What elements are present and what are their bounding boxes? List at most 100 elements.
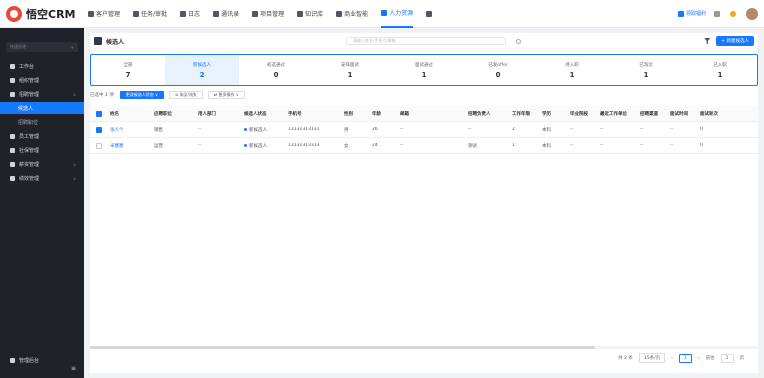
page-header: 候选人 请输入姓名/手机号/邮箱 + 新建候选人 — [90, 33, 758, 49]
nav-item-apps[interactable] — [426, 0, 434, 28]
status-dot-icon — [244, 143, 247, 147]
stat-interview[interactable]: 安排面试 1 — [313, 55, 387, 85]
stat-offer[interactable]: 已发offer 0 — [461, 55, 535, 85]
table-header: 姓名 应聘职位 用人部门 候选人状态 手机号 性别 年龄 邮箱 招聘负责人 工作… — [90, 106, 758, 122]
scrollbar-thumb[interactable] — [90, 346, 595, 349]
candidate-icon — [94, 37, 102, 45]
quick-create[interactable]: 快速创建 + — [6, 42, 78, 52]
status-cell: 新候选人 — [244, 127, 288, 133]
horizontal-scrollbar[interactable] — [90, 346, 758, 349]
eliminate-button[interactable]: ⊘ 淘汰/流失 — [168, 91, 203, 99]
dashboard-icon — [10, 63, 15, 69]
search-icon[interactable] — [516, 39, 522, 44]
sidebar-bottom: 管理后台 ≡ — [0, 348, 84, 378]
next-page-icon[interactable]: › — [698, 356, 700, 361]
filter-icon[interactable] — [704, 38, 711, 44]
stat-joined[interactable]: 已入职 1 — [683, 55, 757, 85]
select-all-checkbox[interactable] — [96, 110, 102, 117]
selected-count: 已选中 1 项 — [90, 93, 114, 98]
row-checkbox[interactable] — [96, 126, 102, 133]
status-summary: 全部 7 新候选人 2 初选通过 0 安排面试 1 面试通过 1 已发offer 0 待入职… — [90, 54, 758, 86]
candidate-name-link[interactable]: 米塞塞 — [110, 143, 154, 149]
goto-label: 前往 — [705, 356, 715, 361]
stat-screened[interactable]: 初选通过 0 — [239, 55, 313, 85]
employee-icon — [10, 133, 15, 139]
bell-icon — [730, 10, 736, 17]
grid-icon — [426, 10, 433, 17]
new-candidate-button[interactable]: + 新建候选人 — [716, 36, 754, 46]
stat-all[interactable]: 全部 7 — [91, 55, 165, 85]
search-input[interactable]: 请输入姓名/手机号/邮箱 — [346, 37, 522, 45]
sidebar-item-performance[interactable]: 绩效管理 ∨ — [0, 172, 84, 184]
stat-eliminated[interactable]: 已淘汰 1 — [609, 55, 683, 85]
chevron-up-icon: ∧ — [73, 91, 76, 97]
sidebar-sub-positions[interactable]: 招聘职位 — [0, 116, 84, 128]
task-icon — [133, 10, 140, 17]
page-number[interactable]: 1 — [678, 353, 692, 363]
main-nav: 客户管理 任务/审批 日志 通讯录 项目管理 知识库 商业智能 人力资源 — [88, 0, 447, 28]
more-actions-button[interactable]: ⇄ 更多操作 ∨ — [207, 91, 245, 99]
status-dot-icon — [244, 127, 247, 131]
page-suffix: 页 — [739, 356, 745, 361]
nav-item-hr[interactable]: 人力资源 — [381, 0, 414, 28]
candidate-table: 姓名 应聘职位 用人部门 候选人状态 手机号 性别 年龄 邮箱 招聘负责人 工作… — [90, 106, 758, 154]
chevron-down-icon: ∨ — [73, 175, 76, 181]
gift-icon — [677, 10, 684, 17]
sidebar: 快速创建 + 工作台 组织管理 招聘管理 ∧ 候选人 招聘职位 员工管理 社保管理… — [0, 28, 84, 378]
goto-input[interactable]: 1 — [720, 353, 734, 363]
candidate-name-link[interactable]: 张人个 — [110, 127, 154, 133]
recruit-icon — [10, 91, 15, 97]
customer-icon — [88, 10, 94, 17]
hr-icon — [381, 9, 388, 16]
sidebar-item-employee[interactable]: 员工管理 — [0, 130, 84, 142]
knowledge-icon — [297, 10, 304, 17]
total-count: 共 2 条 — [618, 356, 633, 361]
sidebar-item-org[interactable]: 组织管理 — [0, 74, 84, 86]
sound-button[interactable] — [714, 10, 722, 17]
prev-page-icon[interactable]: ‹ — [671, 356, 673, 361]
bi-icon — [336, 10, 343, 17]
nav-item-task[interactable]: 任务/审批 — [133, 0, 167, 28]
nav-item-bi[interactable]: 商业智能 — [336, 0, 368, 28]
collapse-sidebar-icon[interactable]: ≡ — [71, 365, 76, 372]
main-content: 候选人 请输入姓名/手机号/邮箱 + 新建候选人 全部 7 新候选人 2 初选通过 0… — [90, 33, 758, 373]
user-avatar[interactable] — [746, 7, 758, 20]
status-cell: 新候选人 — [244, 143, 288, 149]
table-row[interactable]: 张人个 销售 -- 新候选人 13131313131 男 26 -- -- 2 … — [90, 122, 758, 138]
stat-new[interactable]: 新候选人 2 — [165, 55, 239, 85]
nav-item-contacts[interactable]: 通讯录 — [213, 0, 239, 28]
gift-link[interactable]: 领取福利 — [677, 10, 706, 17]
table-row[interactable]: 米塞塞 运营 -- 新候选人 13131313313 女 24 -- 测试 1 … — [90, 138, 758, 154]
project-icon — [252, 10, 259, 17]
sidebar-item-insurance[interactable]: 社保管理 — [0, 144, 84, 156]
top-bar: 悟空CRM 客户管理 任务/审批 日志 通讯录 项目管理 知识库 商业智能 人力… — [0, 0, 764, 28]
nav-item-log[interactable]: 日志 — [180, 0, 200, 28]
page-title: 候选人 — [106, 38, 125, 46]
top-right-tools: 领取福利 — [677, 7, 764, 20]
plus-icon: + — [70, 44, 74, 50]
stat-pending[interactable]: 待入职 1 — [535, 55, 609, 85]
nav-item-project[interactable]: 项目管理 — [252, 0, 284, 28]
nav-item-knowledge[interactable]: 知识库 — [297, 0, 323, 28]
insurance-icon — [10, 147, 15, 153]
pagination: 共 2 条 15条/页 ‹ 1 › 前往 1 页 — [612, 353, 744, 363]
logo-text: 悟空CRM — [26, 7, 76, 21]
change-status-button[interactable]: 更改候选人状态 ∨ — [119, 91, 164, 99]
contacts-icon — [213, 10, 220, 17]
admin-icon — [10, 357, 15, 363]
notification-button[interactable] — [730, 10, 738, 17]
row-checkbox[interactable] — [96, 142, 102, 149]
stat-passed[interactable]: 面试通过 1 — [387, 55, 461, 85]
logo-icon — [6, 5, 22, 22]
org-icon — [10, 77, 15, 83]
sidebar-item-recruit[interactable]: 招聘管理 ∧ — [0, 88, 84, 100]
app-logo[interactable]: 悟空CRM — [0, 5, 88, 22]
sidebar-sub-candidates[interactable]: 候选人 — [0, 102, 84, 114]
performance-icon — [10, 175, 15, 181]
nav-item-customer[interactable]: 客户管理 — [88, 0, 120, 28]
page-size-select[interactable]: 15条/页 — [638, 353, 666, 363]
sidebar-item-salary[interactable]: 薪资管理 ∨ — [0, 158, 84, 170]
chevron-down-icon: ∨ — [73, 161, 76, 167]
sidebar-item-dashboard[interactable]: 工作台 — [0, 60, 84, 72]
log-icon — [180, 10, 187, 17]
